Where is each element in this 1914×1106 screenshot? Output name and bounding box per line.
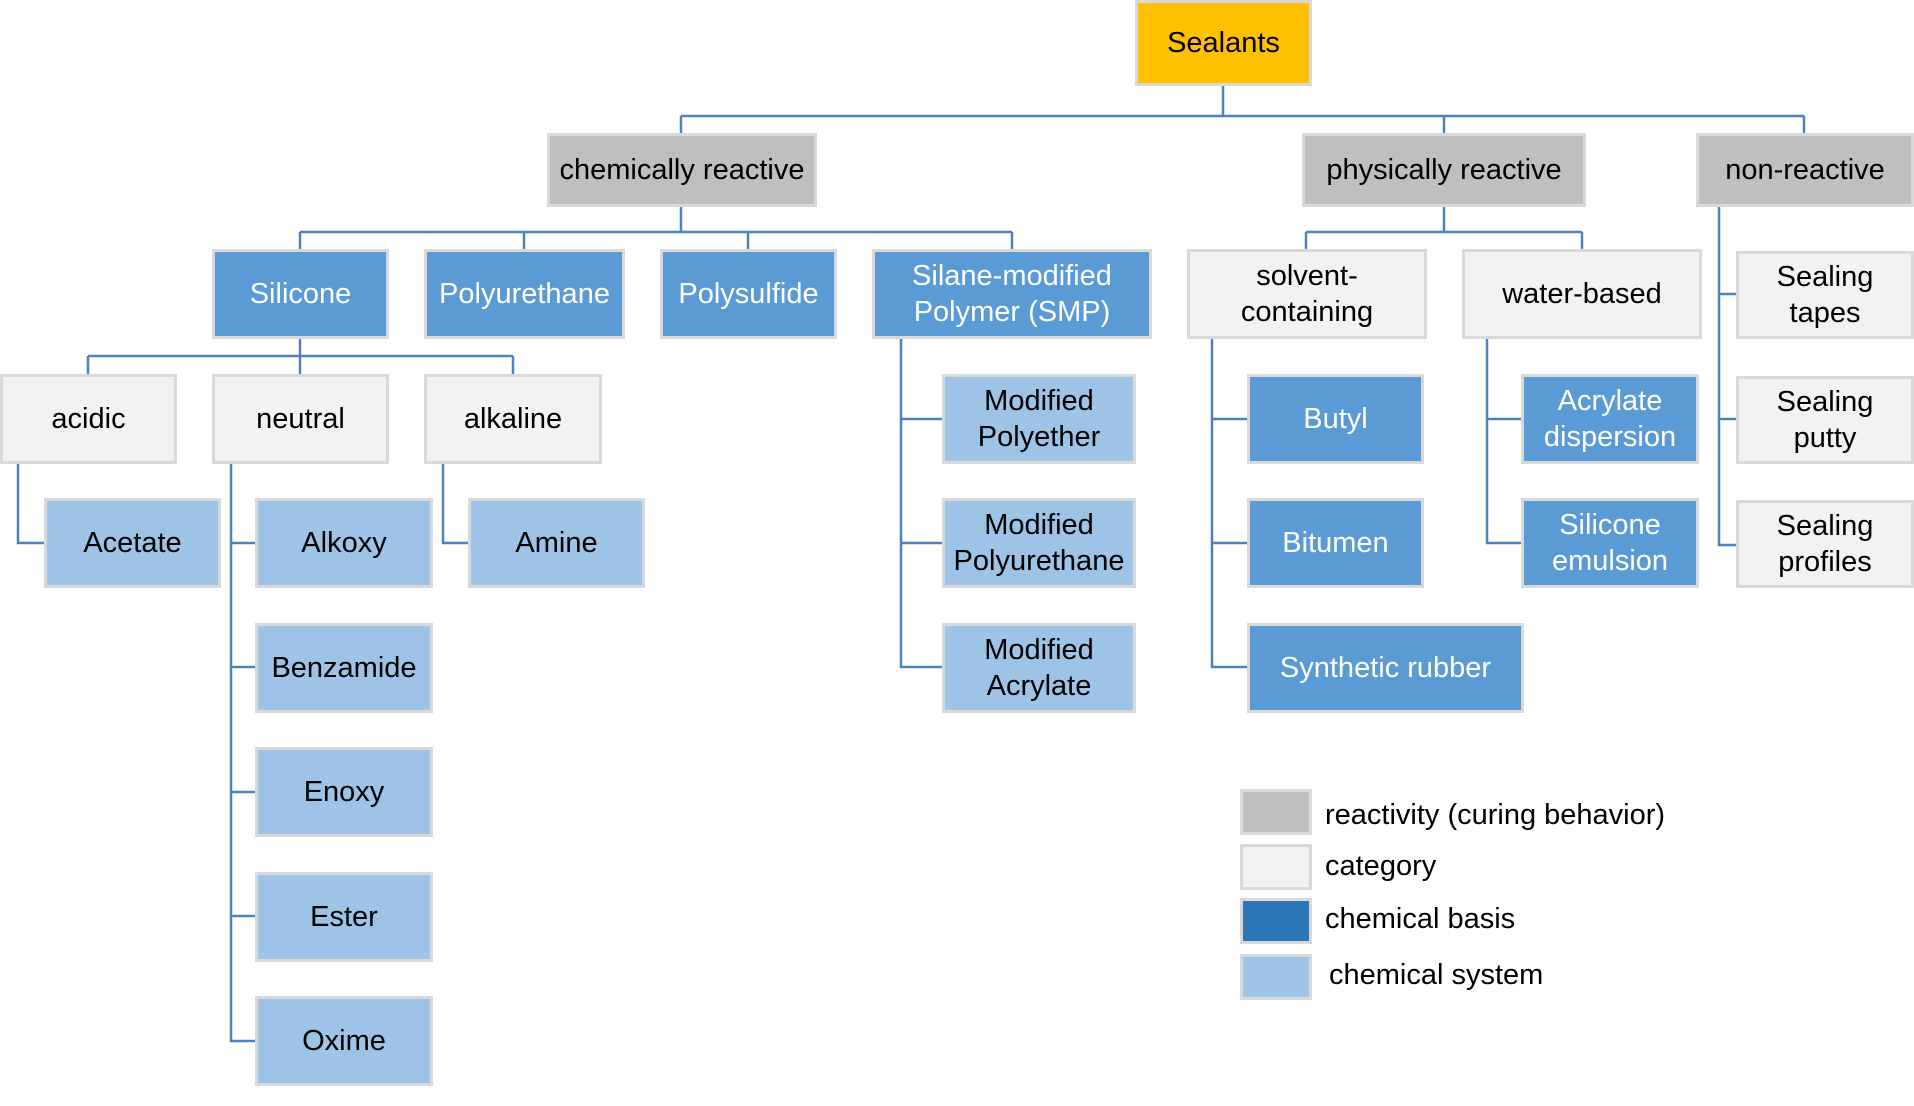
node-polysulfide: Polysulfide — [660, 249, 837, 339]
connector-root-bus — [679, 85, 1806, 134]
node-butyl: Butyl — [1247, 374, 1424, 464]
legend-swatch-reactivity — [1240, 789, 1312, 835]
legend-label-chemical-system: chemical system — [1329, 959, 1544, 991]
connector-alkaline — [441, 464, 469, 545]
node-bitumen: Bitumen — [1247, 498, 1424, 588]
connector-chem-bus — [298, 206, 1014, 250]
connector-solvent — [1210, 338, 1248, 669]
node-silane-modified-polymer: Silane-modified Polymer (SMP) — [872, 249, 1152, 339]
sealants-classification-diagram: Sealants chemically reactive physically … — [0, 0, 1914, 1106]
node-modified-polyurethane: Modified Polyurethane — [942, 498, 1136, 588]
node-synthetic-rubber: Synthetic rubber — [1247, 623, 1524, 713]
node-water-based: water-based — [1462, 249, 1702, 339]
node-amine: Amine — [468, 498, 645, 588]
connector-acidic — [16, 464, 45, 545]
connector-phys-bus — [1304, 206, 1584, 250]
node-alkaline: alkaline — [424, 374, 602, 464]
legend-swatch-chemical-system — [1240, 954, 1312, 1000]
node-neutral: neutral — [212, 374, 389, 464]
node-alkoxy: Alkoxy — [255, 498, 433, 588]
legend-label-chemical-basis: chemical basis — [1325, 903, 1516, 935]
node-acetate: Acetate — [44, 498, 221, 588]
node-oxime: Oxime — [255, 996, 433, 1086]
connector-smp — [899, 338, 943, 669]
connector-nonreactive — [1717, 206, 1737, 547]
legend-label-category: category — [1325, 850, 1437, 882]
node-non-reactive: non-reactive — [1696, 133, 1914, 207]
node-acidic: acidic — [0, 374, 177, 464]
node-sealing-putty: Sealing putty — [1736, 376, 1914, 464]
node-polyurethane: Polyurethane — [424, 249, 625, 339]
node-modified-acrylate: Modified Acrylate — [942, 623, 1136, 713]
connector-neutral — [229, 464, 256, 1043]
node-enoxy: Enoxy — [255, 747, 433, 837]
node-acrylate-dispersion: Acrylate dispersion — [1521, 374, 1699, 464]
node-silicone-emulsion: Silicone emulsion — [1521, 498, 1699, 588]
node-physically-reactive: physically reactive — [1302, 133, 1586, 207]
node-chemically-reactive: chemically reactive — [547, 133, 817, 207]
node-sealing-tapes: Sealing tapes — [1736, 251, 1914, 339]
node-sealants: Sealants — [1135, 0, 1312, 86]
legend-label-reactivity: reactivity (curing behavior) — [1325, 799, 1666, 831]
node-modified-polyether: Modified Polyether — [942, 374, 1136, 464]
node-sealing-profiles: Sealing profiles — [1736, 500, 1914, 588]
node-ester: Ester — [255, 872, 433, 962]
legend-swatch-chemical-basis — [1240, 898, 1312, 944]
node-solvent-containing: solvent- containing — [1187, 249, 1427, 339]
connector-water — [1485, 338, 1522, 545]
node-benzamide: Benzamide — [255, 623, 433, 713]
legend-swatch-category — [1240, 844, 1312, 890]
connector-silicone-bus — [86, 338, 515, 374]
node-silicone: Silicone — [212, 249, 389, 339]
